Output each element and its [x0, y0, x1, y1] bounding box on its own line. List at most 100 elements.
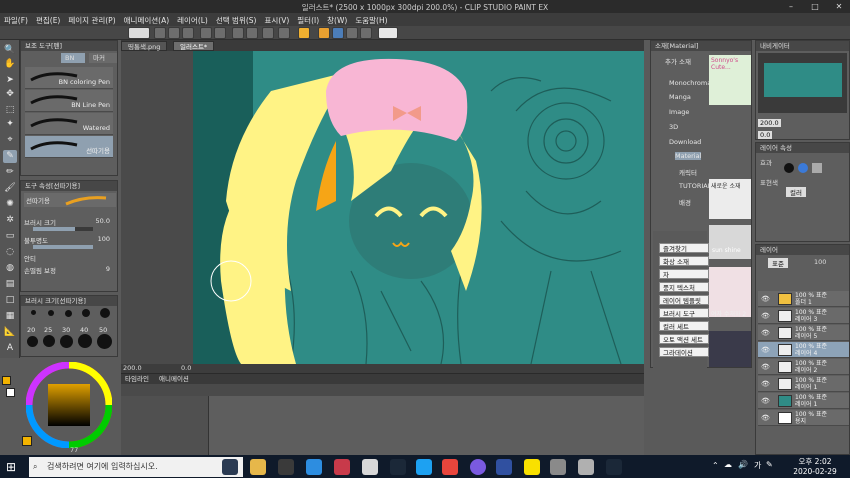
- opacity-slider[interactable]: [33, 245, 93, 249]
- store-icon[interactable]: [278, 459, 294, 475]
- effect-tone-icon[interactable]: [812, 163, 822, 173]
- size-dot[interactable]: [27, 336, 38, 347]
- snap-grid-icon[interactable]: [332, 27, 344, 39]
- size-dot[interactable]: [100, 308, 110, 318]
- size-30[interactable]: 30: [62, 326, 70, 334]
- menu-selection[interactable]: 선택 범위(S): [212, 13, 261, 26]
- tree-item[interactable]: 3D: [669, 123, 678, 131]
- selection-tool-icon[interactable]: ⬚: [3, 104, 17, 117]
- clear-outside-icon[interactable]: [246, 27, 258, 39]
- menu-layer[interactable]: 레이어(L): [173, 13, 212, 26]
- frame-tool-icon[interactable]: ▦: [3, 310, 17, 323]
- material-category[interactable]: 오토 액션 세트: [659, 334, 709, 344]
- menu-help[interactable]: 도움말(H): [351, 13, 391, 26]
- whale-icon[interactable]: [470, 459, 486, 475]
- timeline-frames[interactable]: [209, 396, 644, 456]
- eye-icon[interactable]: 👁: [761, 414, 770, 422]
- move-layer-tool-icon[interactable]: ✥: [3, 88, 17, 101]
- cloud-icon[interactable]: ☁: [724, 460, 732, 469]
- steam-icon[interactable]: [390, 459, 406, 475]
- eye-icon[interactable]: 👁: [761, 380, 770, 388]
- size-50[interactable]: 50: [99, 326, 107, 334]
- eye-icon[interactable]: 👁: [761, 295, 770, 303]
- redo-icon[interactable]: [214, 27, 226, 39]
- zoom-value[interactable]: 200.0: [123, 364, 142, 372]
- move-tool-icon[interactable]: ✋: [3, 58, 17, 71]
- material-thumb[interactable]: sun shine: [709, 225, 751, 259]
- navigator-zoom[interactable]: 200.0: [758, 119, 781, 127]
- material-category[interactable]: 컬러 세트: [659, 321, 709, 331]
- twitter-icon[interactable]: [416, 459, 432, 475]
- blend-mode-select[interactable]: 표준: [768, 258, 788, 268]
- tab-image[interactable]: 띵통색.png: [121, 41, 168, 51]
- tree-item[interactable]: Manga: [669, 93, 691, 101]
- color-set-thumb[interactable]: [709, 331, 751, 367]
- taskbar-search-box[interactable]: ⌕ 검색하려면 여기에 입력하십시오.: [29, 457, 243, 477]
- main-color-swatch[interactable]: [2, 376, 11, 385]
- material-category[interactable]: 레이어 템플릿: [659, 295, 709, 305]
- material-category[interactable]: 풍지 텍스처: [659, 282, 709, 292]
- size-dot[interactable]: [43, 335, 55, 347]
- expression-select[interactable]: 컬러: [786, 187, 806, 197]
- snap-icon[interactable]: [298, 27, 310, 39]
- tree-item[interactable]: TUTORIAL: [679, 182, 711, 190]
- size-dot[interactable]: [48, 310, 54, 316]
- canvas-area[interactable]: [121, 40, 644, 370]
- size-25[interactable]: 25: [44, 326, 52, 334]
- gradient-tool-icon[interactable]: ▤: [3, 278, 17, 291]
- layer-row-paper[interactable]: 👁 100 % 표준 용지: [758, 410, 849, 426]
- material-category[interactable]: 브러시 도구: [659, 308, 709, 318]
- rotate-value[interactable]: 0.0: [181, 364, 191, 372]
- edge-icon[interactable]: [306, 459, 322, 475]
- color-wheel[interactable]: [26, 362, 112, 448]
- material-thumb[interactable]: 새로운 소재: [709, 179, 751, 219]
- layer-row[interactable]: 👁 100 % 표준 레이어 1: [758, 376, 849, 392]
- brush-tool-icon[interactable]: 🖌: [3, 182, 17, 195]
- material-category[interactable]: 즐겨찾기: [659, 243, 709, 253]
- size-dot[interactable]: [65, 310, 72, 317]
- zoom-tool-icon[interactable]: 🔍: [3, 44, 17, 57]
- help-icon[interactable]: [378, 27, 398, 39]
- app-icon[interactable]: [334, 459, 350, 475]
- tree-item-selected[interactable]: Material: [675, 152, 702, 160]
- eye-icon[interactable]: 👁: [761, 329, 770, 337]
- tree-item[interactable]: Image: [669, 108, 689, 116]
- windows-start-icon[interactable]: ⊞: [6, 460, 20, 474]
- size-20[interactable]: 20: [27, 326, 35, 334]
- opacity-value[interactable]: 100: [98, 235, 110, 243]
- snap-special-icon[interactable]: [346, 27, 358, 39]
- sub-color-swatch[interactable]: [6, 388, 15, 397]
- menu-animation[interactable]: 애니메이션(A): [120, 13, 173, 26]
- tree-item[interactable]: 배경: [679, 197, 691, 207]
- new-file-icon[interactable]: [154, 27, 166, 39]
- eyedropper-tool-icon[interactable]: ⌖: [3, 134, 17, 147]
- size-dot[interactable]: [82, 309, 90, 317]
- pen-tool-icon[interactable]: ✎: [3, 150, 17, 163]
- material-thumb[interactable]: 여자 수채화 2: [709, 267, 751, 318]
- eye-icon[interactable]: 👁: [761, 346, 770, 354]
- decoration-tool-icon[interactable]: ✲: [3, 214, 17, 227]
- menu-window[interactable]: 창(W): [323, 13, 351, 26]
- clip-studio-icon[interactable]: [550, 459, 566, 475]
- brush-item[interactable]: Watered: [25, 113, 113, 135]
- material-category[interactable]: 자: [659, 269, 709, 279]
- figure-tool-icon[interactable]: □: [3, 294, 17, 307]
- steam-icon[interactable]: [606, 459, 622, 475]
- menu-filter[interactable]: 필터(I): [293, 13, 323, 26]
- ruler-tool-icon[interactable]: 📐: [3, 326, 17, 339]
- app-icon[interactable]: [496, 459, 512, 475]
- volume-icon[interactable]: 🔊: [738, 460, 748, 469]
- menu-view[interactable]: 표시(V): [260, 13, 293, 26]
- fill-tool-icon[interactable]: ◍: [3, 262, 17, 275]
- text-tool-icon[interactable]: A: [3, 342, 17, 355]
- illustration-canvas[interactable]: [121, 51, 644, 364]
- menu-edit[interactable]: 편집(E): [32, 13, 64, 26]
- navigator-preview[interactable]: [758, 53, 847, 113]
- stabilization-row[interactable]: 손떨림 보정 9: [24, 265, 116, 276]
- menu-page[interactable]: 페이지 관리(P): [64, 13, 119, 26]
- effect-border-icon[interactable]: [784, 163, 794, 173]
- chrome-icon[interactable]: [442, 459, 458, 475]
- brush-size-value[interactable]: 50.0: [96, 217, 110, 225]
- tree-item[interactable]: 캐릭터: [679, 167, 697, 177]
- layer-row-folder[interactable]: 👁 100 % 표준 폴더 1: [758, 291, 849, 307]
